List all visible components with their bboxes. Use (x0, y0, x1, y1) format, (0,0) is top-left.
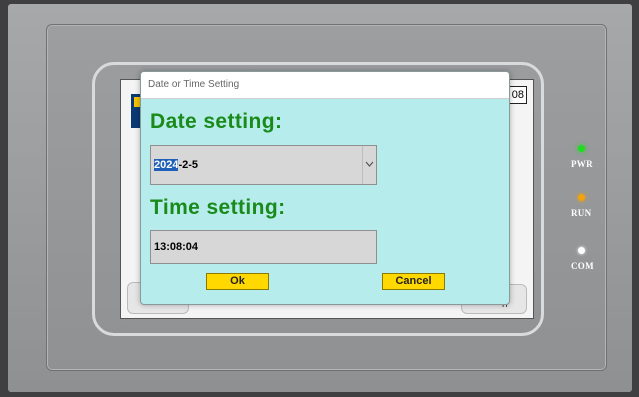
pwr-label: PWR (571, 159, 593, 169)
dialog-title: Date or Time Setting (141, 72, 509, 99)
chevron-down-icon[interactable] (362, 146, 376, 184)
com-label: COM (571, 261, 594, 271)
ok-button[interactable]: Ok (206, 273, 269, 290)
pwr-led-icon (578, 145, 585, 152)
cancel-button[interactable]: Cancel (382, 273, 445, 290)
date-selected-year[interactable]: 2024 (154, 159, 179, 171)
com-led-icon (578, 247, 585, 254)
time-input[interactable]: 13:08:04 (150, 230, 377, 264)
time-heading: Time setting: (150, 196, 286, 219)
date-time-dialog: Date or Time Setting Date setting: 2024-… (140, 71, 510, 305)
run-led-icon (578, 194, 585, 201)
date-rest: -2-5 (178, 159, 199, 171)
date-heading: Date setting: (150, 110, 283, 133)
run-label: RUN (571, 208, 592, 218)
date-select[interactable]: 2024-2-5 (150, 145, 377, 185)
